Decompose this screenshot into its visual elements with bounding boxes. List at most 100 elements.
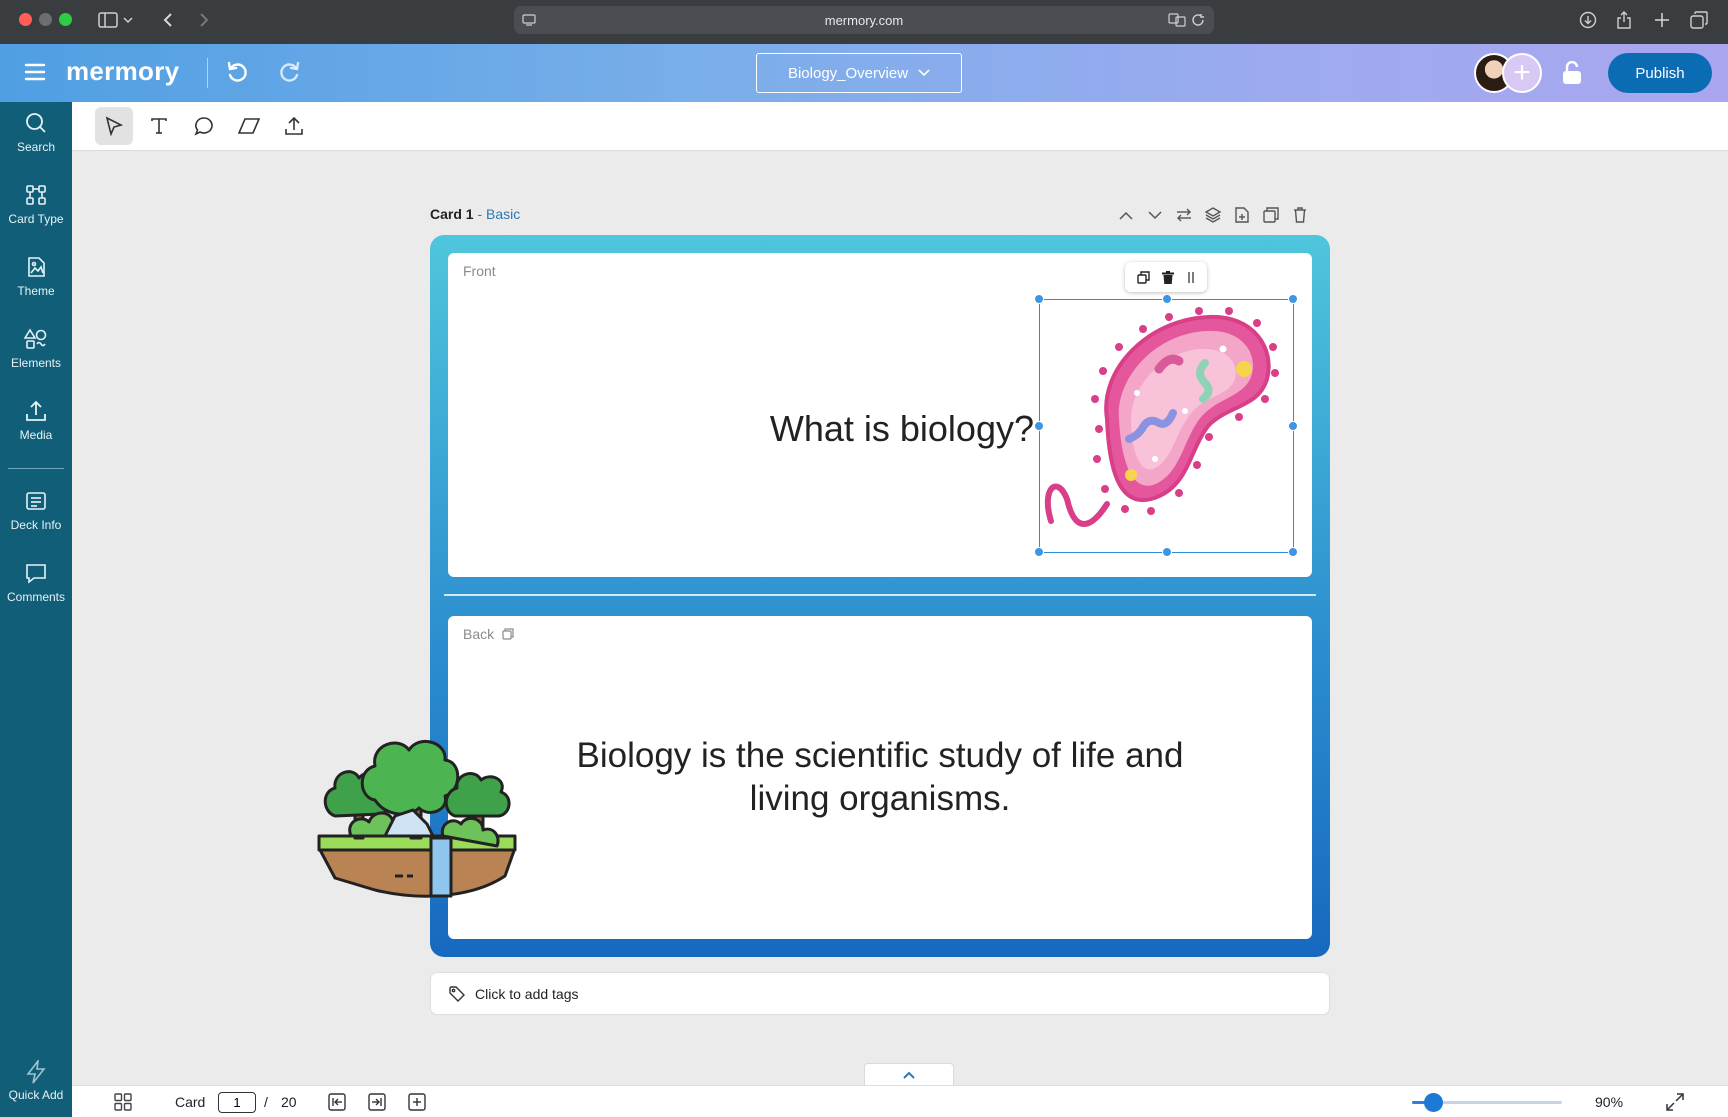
resize-handle[interactable]	[1162, 547, 1172, 557]
resize-handle[interactable]	[1288, 294, 1298, 304]
elements-icon	[24, 328, 47, 349]
shape-tool-button[interactable]	[230, 107, 268, 145]
reload-icon[interactable]	[1191, 13, 1205, 27]
comments-icon	[26, 564, 46, 584]
trash-icon[interactable]	[1162, 270, 1175, 284]
download-icon[interactable]	[1576, 8, 1600, 32]
share-icon[interactable]	[1612, 8, 1636, 32]
resize-handle[interactable]	[1162, 294, 1172, 304]
first-card-icon[interactable]	[328, 1086, 346, 1117]
redo-icon[interactable]	[277, 61, 301, 89]
deck-info-icon	[26, 492, 46, 510]
new-tab-icon[interactable]	[1650, 8, 1674, 32]
image-selection-box[interactable]	[1034, 294, 1298, 557]
theme-icon	[28, 257, 45, 277]
add-collaborator-button[interactable]: +	[1502, 53, 1542, 93]
url-bar[interactable]: mermory.com	[514, 6, 1214, 34]
url-text: mermory.com	[824, 13, 904, 28]
sidebar-item-label: Elements	[10, 356, 62, 370]
resize-handle[interactable]	[1288, 421, 1298, 431]
minimize-window-button[interactable]	[39, 13, 52, 26]
select-tool-button[interactable]	[95, 107, 133, 145]
sidebar-item-elements[interactable]: Elements	[0, 318, 72, 378]
card-type[interactable]: Basic	[486, 206, 520, 222]
browser-bar: mermory.com	[0, 0, 1728, 44]
zoom-level: 90%	[1595, 1094, 1624, 1110]
sidebar-item-card-type[interactable]: Card Type	[0, 174, 72, 234]
drag-handle-icon[interactable]	[1187, 271, 1195, 284]
tags-placeholder: Click to add tags	[475, 985, 579, 1002]
sidebar-item-search[interactable]: Search	[0, 102, 72, 162]
sidebar-item-label: Media	[19, 428, 53, 442]
resize-handle[interactable]	[1034, 547, 1044, 557]
quick-add-label: Quick Add	[8, 1088, 64, 1102]
comment-tool-button[interactable]	[185, 107, 223, 145]
text-icon	[151, 118, 167, 134]
fullscreen-icon[interactable]	[1666, 1086, 1684, 1117]
last-card-icon[interactable]	[368, 1086, 386, 1117]
resize-handle[interactable]	[1034, 421, 1044, 431]
island-trees-image[interactable]	[315, 716, 520, 906]
sidebar-item-label: Search	[16, 140, 56, 154]
move-up-icon[interactable]	[1115, 204, 1137, 226]
tags-bar[interactable]: Click to add tags	[430, 972, 1330, 1015]
chevron-down-icon[interactable]	[120, 8, 136, 32]
resize-handle[interactable]	[1034, 294, 1044, 304]
translate-icon[interactable]	[1168, 13, 1186, 27]
upload-icon	[26, 400, 46, 421]
app-logo[interactable]: mermory	[66, 56, 179, 87]
deck-selector[interactable]: Biology_Overview	[756, 53, 962, 93]
sidebar-item-comments[interactable]: Comments	[0, 552, 72, 612]
total-pages: 20	[281, 1094, 297, 1110]
sidebar-item-label: Theme	[17, 284, 55, 298]
front-text[interactable]: What is biology?	[694, 408, 1034, 450]
move-down-icon[interactable]	[1144, 204, 1166, 226]
duplicate-icon[interactable]	[1137, 270, 1150, 284]
lock-open-icon[interactable]	[1562, 60, 1582, 90]
back-arrow-icon[interactable]	[156, 8, 180, 32]
add-card-icon[interactable]	[1231, 204, 1253, 226]
swap-sides-icon[interactable]	[1173, 204, 1195, 226]
lightning-icon	[26, 1060, 46, 1084]
add-card-bottom-icon[interactable]	[408, 1086, 426, 1117]
forward-arrow-icon[interactable]	[192, 8, 216, 32]
layers-icon[interactable]	[1202, 204, 1224, 226]
zoom-window-button[interactable]	[59, 13, 72, 26]
resize-handle[interactable]	[1288, 547, 1298, 557]
editor-toolbar	[72, 102, 1728, 151]
element-toolbar	[1125, 262, 1207, 292]
sidebar-item-media[interactable]: Media	[0, 390, 72, 450]
front-label: Front	[463, 263, 496, 279]
copy-icon[interactable]	[502, 628, 514, 640]
sidebar-item-deck-info[interactable]: Deck Info	[0, 480, 72, 540]
sidebar-item-theme[interactable]: Theme	[0, 246, 72, 306]
parallelogram-icon	[238, 118, 260, 134]
zoom-slider[interactable]	[1412, 1093, 1562, 1112]
card-type-icon	[26, 185, 46, 205]
text-tool-button[interactable]	[140, 107, 178, 145]
back-text[interactable]: Biology is the scientific study of life …	[548, 734, 1212, 820]
publish-button[interactable]: Publish	[1608, 53, 1712, 93]
chevron-down-icon	[918, 69, 930, 77]
tab-overview-icon[interactable]	[1687, 8, 1711, 32]
quick-add-button[interactable]: Quick Add	[0, 1060, 72, 1102]
card-back[interactable]: Back Biology is the scientific study of …	[448, 616, 1312, 939]
sidebar-toggle-icon[interactable]	[96, 8, 120, 32]
zoom-slider-thumb[interactable]	[1424, 1093, 1443, 1112]
chevron-up-icon	[903, 1071, 915, 1079]
close-window-button[interactable]	[19, 13, 32, 26]
header-divider	[207, 58, 208, 88]
hamburger-menu-icon[interactable]	[24, 63, 46, 86]
page-number-input[interactable]	[218, 1091, 256, 1113]
upload-tool-button[interactable]	[275, 107, 313, 145]
duplicate-card-icon[interactable]	[1260, 204, 1282, 226]
cursor-icon	[105, 116, 124, 136]
grid-view-icon[interactable]	[114, 1086, 132, 1117]
app-header: mermory Biology_Overview + Publish	[0, 44, 1728, 102]
undo-icon[interactable]	[226, 61, 250, 89]
page-input-wrapper	[218, 1086, 256, 1117]
delete-card-icon[interactable]	[1289, 204, 1311, 226]
sidebar-divider	[8, 468, 64, 469]
sidebar-item-label: Card Type	[8, 212, 64, 226]
expand-panel-button[interactable]	[864, 1063, 954, 1085]
